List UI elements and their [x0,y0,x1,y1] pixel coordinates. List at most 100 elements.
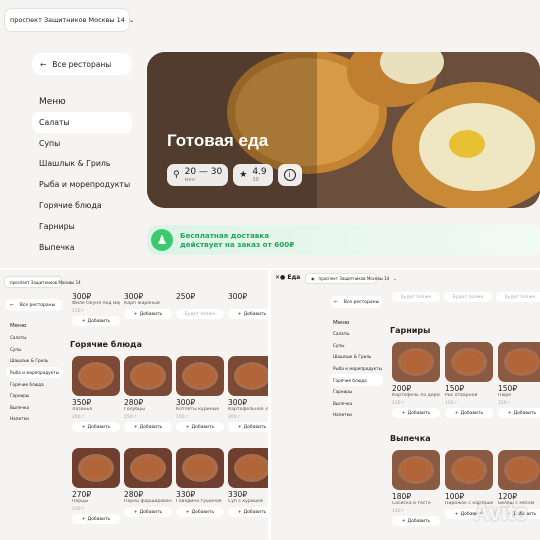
plus-icon: + [454,511,459,517]
promo-line1: Бесплатная доставка [180,231,270,240]
product-card[interactable]: 150₽ Рис отварной 150 г + Добавить [445,342,493,418]
product-price: 300₽ [176,398,196,407]
menu-item[interactable]: Горячие блюда [32,195,132,216]
menu-item[interactable]: Напитки [6,413,62,425]
plus-icon: + [81,516,86,522]
product-card[interactable]: 350₽ Лазанья 200 г + Добавить [72,356,120,432]
add-to-cart-button[interactable]: Будет позже [176,309,224,319]
add-to-cart-button[interactable]: + Добавить [72,422,120,432]
menu-item[interactable]: Шашлык & Гриль [329,351,383,363]
address-selector[interactable]: ◉ проспект Защитников Москвы 14 ⌄ [305,273,397,284]
arrow-left-icon: ← [40,59,47,69]
add-to-cart-button[interactable]: + Добавить [228,507,268,517]
menu-item[interactable]: Шашлык & Гриль [32,154,132,175]
product-card[interactable]: 300₽Картофельная Запеканка 200 г +Добавить [228,356,268,432]
add-to-cart-button[interactable]: + Добавить [176,507,224,517]
info-button[interactable]: i [277,164,302,186]
product-card[interactable]: 280₽Перец фаршированный +Добавить [124,448,172,517]
menu-item[interactable]: Рыба и морепродукты [32,174,132,195]
add-to-cart-button[interactable]: + Добавить [445,408,493,418]
product-name: Рис отварной [445,393,478,398]
product-photo [392,450,440,490]
delivery-unit: мин [184,177,195,183]
menu-item[interactable]: Салаты [329,328,383,340]
unavailable-card: Будет позже [496,290,540,302]
menu-item[interactable]: Рыба и морепродукты [6,366,62,379]
add-button-label: Добавить [243,509,267,515]
product-card[interactable]: 330₽ Говядина тушеная + Добавить [176,448,224,517]
menu-item[interactable]: Выпечка [32,237,132,258]
menu-item[interactable]: Гарниры [32,216,132,237]
bottom-right-screenshot-panel: ✕● Еда ◉ проспект Защитников Москвы 14 ⌄ ←… [271,270,540,540]
product-card[interactable]: 150₽ Пюре 150 г + Добавить [498,342,540,418]
menu-item[interactable]: Супы [32,133,132,154]
rating-chip[interactable]: ★ 4.9 39 [233,164,273,186]
menu-item[interactable]: Напитки [329,409,383,421]
add-to-cart-button[interactable]: + Добавить [176,422,224,432]
yandex-eda-logo[interactable]: ✕● Еда [275,274,300,281]
product-card[interactable]: 300₽Филе Окуня под маринадом 150 г +Добави… [72,290,120,326]
back-to-restaurants-button[interactable]: ← Все рестораны [330,296,382,308]
address-selector[interactable]: проспект Защитников Москвы 14 ⌄ [4,8,134,32]
product-card[interactable]: 280₽ Голубцы 250 г + Добавить [124,356,172,432]
product-weight: 250 г [124,415,137,420]
product-name: Котлеты куриные [176,407,220,412]
product-price: 300₽ [228,292,248,301]
menu-item[interactable]: Рыба и морепродукты [329,363,383,375]
product-card[interactable]: 300₽ Карп жареный + Добавить [124,290,172,319]
product-card[interactable]: 300₽ Котлеты куриные 150 г + Добавить [176,356,224,432]
add-to-cart-button[interactable]: + Добавить [124,507,172,517]
menu-item[interactable]: Горячие блюда [329,374,383,386]
product-weight: 150 г [392,401,405,406]
add-to-cart-button[interactable]: + Добавить [498,408,540,418]
add-to-cart-button[interactable]: + Добавить [124,422,172,432]
menu-heading: Меню [10,323,27,329]
add-to-cart-button[interactable]: + Добавить [124,309,172,319]
menu-item[interactable]: Выпечка [329,398,383,410]
restaurant-hero-banner: Готовая еда ⚲ 20 — 30 мин ★ 4.9 39 i [147,52,540,208]
menu-item[interactable]: Горячие блюда [6,378,62,390]
add-to-cart-button[interactable]: + Добавить [228,422,268,432]
add-to-cart-button[interactable]: + Добавить [228,309,268,319]
product-card[interactable]: 250₽ Будет позже [176,290,224,319]
arrow-left-icon: ← [334,299,338,305]
add-button-label: Добавить [87,516,111,522]
product-price: 150₽ [498,384,518,393]
add-to-cart-button[interactable]: + Добавить [392,516,440,526]
plus-icon: + [81,318,86,324]
product-card[interactable]: 270₽ Перцы 200 г + Добавить [72,448,120,524]
restaurant-title: Готовая еда [167,131,269,150]
menu-item[interactable]: Супы [6,344,62,356]
menu-item[interactable]: Гарниры [329,386,383,398]
product-price: 200₽ [392,384,412,393]
coming-later-label: Будет позже [400,294,432,300]
product-price: 330₽ [176,490,196,499]
back-to-restaurants-button[interactable]: ← Все рестораны [32,53,132,75]
menu-item[interactable]: Супы [329,340,383,352]
product-name [228,301,268,307]
product-price: 180₽ [392,492,412,501]
product-name: Голубцы [124,407,145,412]
product-card[interactable]: 200₽Картофель по деревенски 150 г +Добавит… [392,342,440,418]
plus-icon: + [237,424,242,430]
back-to-restaurants-button[interactable]: ← Все рестораны [6,299,62,311]
product-price: 150₽ [445,384,465,393]
add-to-cart-button[interactable]: + Добавить [72,514,120,524]
address-selector[interactable]: проспект Защитников Москвы 14 [4,276,81,288]
add-to-cart-button[interactable]: + Добавить [72,316,120,326]
menu-item[interactable]: Салаты [32,112,132,133]
menu-item[interactable]: Выпечка [6,402,62,414]
logo-text: Еда [287,274,301,281]
menu-item[interactable]: Гарниры [6,390,62,402]
menu-item[interactable]: Шашлык & Гриль [6,355,62,367]
menu-heading: Меню [39,97,66,107]
product-card[interactable]: 180₽ Сосиска в тесте 140 г + Добавить [392,450,440,526]
avito-watermark: Avito [473,500,528,525]
menu-item[interactable]: Салаты [6,332,62,344]
product-photo [228,448,268,488]
product-card[interactable]: 330₽ Суп с курицей + Добавить [228,448,268,517]
product-price: 350₽ [72,398,92,407]
add-to-cart-button[interactable]: + Добавить [392,408,440,418]
product-card[interactable]: 300₽ + Добавить [228,290,268,319]
product-photo [498,342,540,382]
